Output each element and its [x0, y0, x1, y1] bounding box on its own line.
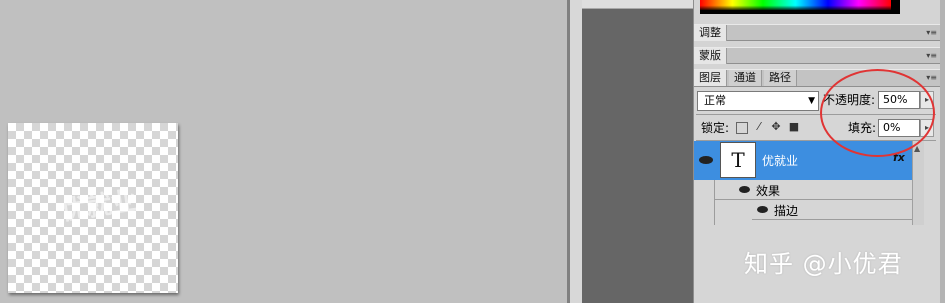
annotation-circle	[820, 69, 935, 157]
dock-scrollbar-track[interactable]	[940, 0, 945, 303]
watermark: 知乎 @小优君	[744, 250, 903, 278]
lock-transparent-icon[interactable]	[736, 122, 748, 134]
tab-channels[interactable]: 通道	[729, 70, 762, 86]
eye-icon[interactable]	[739, 186, 750, 193]
panel-menu-icon[interactable]: ▾≡	[926, 70, 937, 86]
adjustments-panel-header[interactable]: 调整 ▾≡	[694, 24, 940, 41]
panel-menu-icon[interactable]: ▾≡	[926, 25, 937, 41]
stroke-effect-label: 描边	[774, 204, 799, 218]
eye-icon[interactable]	[699, 156, 713, 164]
lock-label: 锁定:	[701, 121, 730, 135]
blend-mode-select[interactable]: 正常 ▼	[697, 91, 819, 111]
dock-top-divider	[582, 8, 693, 9]
layer-name[interactable]: 优就业	[762, 152, 798, 169]
ghost-layer-text: 优就业	[59, 186, 138, 227]
lock-all-icon[interactable]: ■	[788, 121, 800, 133]
effects-label: 效果	[756, 184, 781, 198]
panel-menu-icon[interactable]: ▾≡	[926, 48, 937, 64]
spectrum-bottom-edge	[700, 10, 900, 14]
lock-brush-icon[interactable]: ⁄	[753, 121, 765, 133]
panel-gutter	[570, 0, 582, 303]
blend-mode-value: 正常	[704, 94, 726, 107]
dock-top-bar	[582, 0, 693, 8]
color-spectrum-bar[interactable]	[700, 0, 891, 10]
layers-scrollbar[interactable]: ▲	[912, 141, 924, 225]
tab-paths[interactable]: 路径	[764, 70, 797, 86]
collapsed-panel-dock	[582, 0, 693, 303]
tab-masks[interactable]: 蒙版	[694, 48, 727, 64]
document-canvas[interactable]: 优就业	[8, 123, 178, 293]
lock-move-icon[interactable]: ✥	[770, 121, 782, 133]
text-layer-thumbnail[interactable]: T	[720, 142, 756, 178]
tab-adjustments[interactable]: 调整	[694, 25, 727, 41]
eye-icon[interactable]	[757, 206, 768, 213]
masks-panel-header[interactable]: 蒙版 ▾≡	[694, 47, 940, 64]
tab-layers[interactable]: 图层	[694, 70, 727, 86]
chevron-down-icon: ▼	[808, 96, 815, 106]
